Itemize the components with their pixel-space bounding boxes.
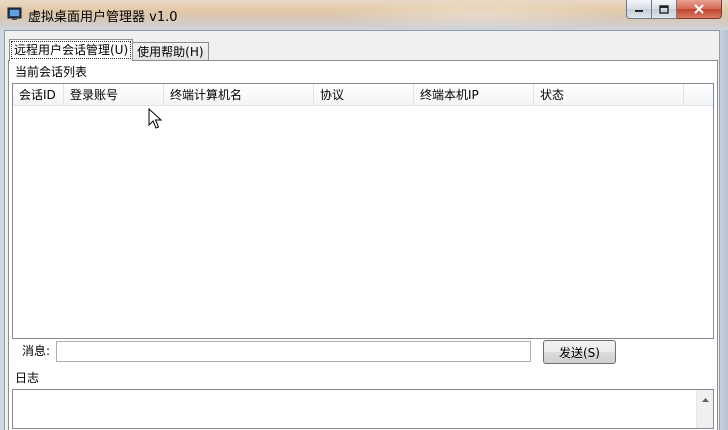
tab-strip: 远程用户会话管理(U) 使用帮助(H) [9,39,209,61]
session-list[interactable]: 会话ID 登录账号 终端计算机名 协议 终端本机IP 状态 [12,83,714,339]
column-protocol[interactable]: 协议 [314,84,414,105]
column-session-id[interactable]: 会话ID [13,84,64,105]
minimize-icon [635,10,643,12]
session-list-header: 会话ID 登录账号 终端计算机名 协议 终端本机IP 状态 [13,84,713,106]
session-list-group: 当前会话列表 会话ID 登录账号 终端计算机名 协议 终端本机IP 状态 [12,65,716,341]
close-icon [694,4,704,14]
window-client: 远程用户会话管理(U) 使用帮助(H) 当前会话列表 会话ID 登录账号 终端计… [4,30,720,430]
log-group: 日志 [12,371,716,430]
send-button[interactable]: 发送(S) [543,340,616,364]
app-icon [7,7,22,20]
column-status[interactable]: 状态 [534,84,684,105]
session-list-group-label: 当前会话列表 [13,65,90,79]
maximize-icon [659,4,669,14]
title-bar[interactable]: 虚拟桌面用户管理器 v1.0 [0,0,728,30]
window-title: 虚拟桌面用户管理器 v1.0 [28,10,178,25]
column-terminal-ip[interactable]: 终端本机IP [414,84,534,105]
tab-panel-remote-session: 当前会话列表 会话ID 登录账号 终端计算机名 协议 终端本机IP 状态 消息:… [8,60,718,430]
tab-help[interactable]: 使用帮助(H) [132,42,209,61]
maximize-button[interactable] [652,0,677,19]
column-login-account[interactable]: 登录账号 [64,84,164,105]
window-frame-right [720,30,728,430]
title-bar-glow [330,0,630,30]
column-terminal-name[interactable]: 终端计算机名 [164,84,314,105]
log-scrollbar[interactable] [696,390,714,428]
minimize-button[interactable] [626,0,652,19]
log-textarea[interactable] [12,389,714,429]
column-filler [684,84,713,105]
scroll-up-arrow-icon[interactable] [697,393,714,407]
tab-remote-session[interactable]: 远程用户会话管理(U) [9,39,134,61]
message-input[interactable] [56,341,531,362]
close-button[interactable] [677,0,722,19]
message-label: 消息: [22,344,51,358]
mouse-pointer-icon [148,108,162,129]
caption-buttons [626,0,722,20]
log-group-label: 日志 [13,371,42,385]
